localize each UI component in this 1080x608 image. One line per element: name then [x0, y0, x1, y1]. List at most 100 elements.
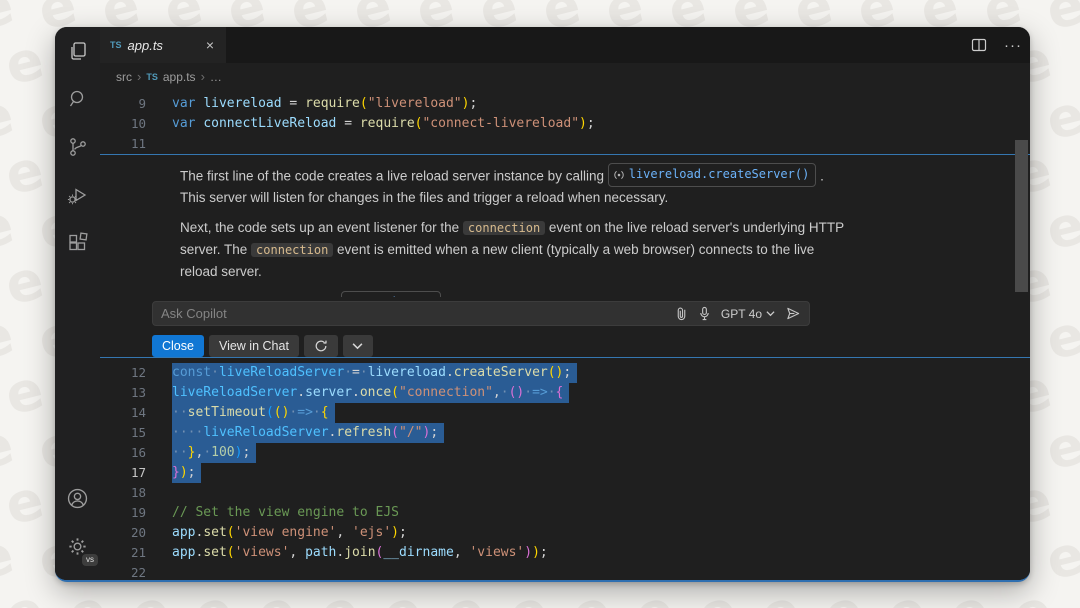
chevron-down-icon — [352, 342, 363, 350]
breadcrumb-folder[interactable]: src — [116, 70, 132, 84]
code-line[interactable]: 14 ··setTimeout(()·=>·{ — [100, 403, 1030, 423]
code-line[interactable]: 13 liveReloadServer.server.once("connecti… — [100, 383, 1030, 403]
line-number: 10 — [100, 114, 146, 134]
editor-column: TS app.ts × ··· src › TS app.ts › … // E… — [100, 27, 1030, 580]
line-number: 20 — [100, 523, 146, 543]
copilot-response: The first line of the code creates a liv… — [100, 155, 1030, 297]
line-number: 14 — [100, 403, 146, 423]
close-button[interactable]: Close — [152, 335, 204, 357]
breadcrumb-separator-icon: › — [137, 69, 141, 84]
run-and-debug-icon[interactable] — [55, 171, 100, 219]
typescript-file-icon: TS — [146, 72, 158, 82]
code-text: ····liveReloadServer.refresh("/"); — [172, 423, 444, 443]
copilot-inline-chat-panel: The first line of the code creates a liv… — [100, 154, 1030, 358]
breadcrumb-file[interactable]: app.ts — [163, 70, 196, 84]
tab-bar: TS app.ts × ··· — [100, 27, 1030, 63]
settings-gear-wrap: vs — [55, 522, 100, 570]
code-text: var livereload = require("livereload"); — [172, 94, 477, 114]
model-picker[interactable]: GPT 4o — [721, 307, 775, 321]
code-line[interactable]: 19 // Set the view engine to EJS — [100, 503, 1030, 523]
copilot-paragraph: Inside the event listener, a setTimeout … — [180, 291, 848, 297]
line-number: 21 — [100, 543, 146, 563]
background-e-glyph: e — [1040, 193, 1080, 263]
line-number: 16 — [100, 443, 146, 463]
inline-code-chip[interactable]: connection — [251, 243, 333, 257]
code-line[interactable]: 20 app.set('view engine', 'ejs'); — [100, 523, 1030, 543]
regenerate-button[interactable] — [304, 335, 338, 357]
attach-context-icon[interactable] — [675, 306, 688, 321]
copilot-paragraph: Next, the code sets up an event listener… — [180, 217, 848, 282]
line-number: 15 — [100, 423, 146, 443]
code-line[interactable]: 9 var livereload = require("livereload"); — [100, 94, 1030, 114]
code-line[interactable]: 22 — [100, 563, 1030, 580]
breadcrumb-more[interactable]: … — [210, 70, 222, 84]
code-line[interactable]: 11 — [100, 134, 1030, 154]
microphone-icon[interactable] — [698, 306, 711, 321]
breadcrumb: src › TS app.ts › … — [100, 63, 1030, 90]
code-line[interactable]: 15 ····liveReloadServer.refresh("/"); — [100, 423, 1030, 443]
code-text: ··},·100); — [172, 443, 256, 463]
search-icon[interactable] — [55, 75, 100, 123]
inline-code-chip[interactable]: connection — [463, 221, 545, 235]
extensions-icon[interactable] — [55, 219, 100, 267]
view-in-chat-button[interactable]: View in Chat — [209, 335, 299, 357]
code-text: liveReloadServer.server.once("connection… — [172, 383, 569, 403]
code-line[interactable]: 18 — [100, 483, 1030, 503]
symbol-method-icon — [613, 169, 625, 181]
code-line[interactable]: 16 ··},·100); — [100, 443, 1030, 463]
copilot-paragraph: The first line of the code creates a liv… — [180, 163, 848, 208]
typescript-file-icon: TS — [110, 40, 122, 50]
code-text: }); — [172, 463, 201, 483]
account-icon[interactable] — [55, 474, 100, 522]
copilot-prompt-input[interactable] — [161, 306, 665, 321]
line-number: 22 — [100, 563, 146, 580]
chevron-down-icon — [766, 310, 775, 317]
code-text: var connectLiveReload = require("connect… — [172, 114, 595, 134]
symbol-link-chip[interactable]: setTimeout — [341, 291, 441, 297]
code-line[interactable]: 12 const·liveReloadServer·=·livereload.cr… — [100, 363, 1030, 383]
vs-badge: vs — [82, 554, 98, 566]
activity-bar: vs — [55, 27, 100, 580]
copilot-action-buttons: Close View in Chat — [152, 335, 373, 357]
background-e-glyph: e — [0, 248, 50, 318]
code-text — [172, 134, 203, 154]
code-text: app.set('view engine', 'ejs'); — [172, 523, 407, 543]
symbol-method-icon — [346, 297, 358, 298]
code-line[interactable]: 21 app.set('views', path.join(__dirname, … — [100, 543, 1030, 563]
line-number: 13 — [100, 383, 146, 403]
code-line[interactable]: 17}); — [100, 463, 1030, 483]
copilot-input-box: GPT 4o — [152, 301, 810, 326]
send-icon[interactable] — [785, 306, 801, 321]
code-lines-bottom: 12 const·liveReloadServer·=·livereload.cr… — [100, 363, 1030, 580]
explorer-icon[interactable] — [55, 27, 100, 75]
split-editor-icon[interactable] — [962, 27, 996, 63]
code-text: // Set the view engine to EJS — [172, 503, 399, 523]
background-e-glyph: e — [0, 468, 50, 538]
line-number: 9 — [100, 94, 146, 114]
code-line[interactable]: 10 var connectLiveReload = require("conne… — [100, 114, 1030, 134]
line-number: 18 — [100, 483, 146, 503]
symbol-link-chip[interactable]: livereload.createServer() — [608, 163, 817, 187]
background-e-glyph: e — [0, 358, 50, 428]
tab-app-ts[interactable]: TS app.ts × — [100, 27, 226, 63]
refresh-icon — [314, 339, 328, 353]
background-e-glyph: e — [1040, 303, 1080, 373]
background-e-glyph: e — [1040, 413, 1080, 483]
background-e-glyph: e — [1040, 83, 1080, 153]
code-text: app.set('views', path.join(__dirname, 'v… — [172, 543, 548, 563]
more-options-button[interactable] — [343, 335, 373, 357]
line-number: 19 — [100, 503, 146, 523]
source-control-icon[interactable] — [55, 123, 100, 171]
tab-close-icon[interactable]: × — [204, 37, 216, 53]
code-text: ··setTimeout(()·=>·{ — [172, 403, 335, 423]
code-text: const·liveReloadServer·=·livereload.crea… — [172, 363, 577, 383]
more-actions-icon[interactable]: ··· — [996, 27, 1030, 63]
background-e-glyph: e — [0, 138, 50, 208]
vscode-window: vs TS app.ts × ··· src › TS app.ts › — [55, 27, 1030, 582]
line-number: 12 — [100, 363, 146, 383]
code-editor[interactable]: // Enable live reload9var livereload = r… — [100, 90, 1030, 580]
code-lines-top: // Enable live reload9var livereload = r… — [100, 90, 1030, 154]
model-label: GPT 4o — [721, 307, 762, 321]
editor-scrollbar-thumb[interactable] — [1015, 140, 1028, 292]
tab-title: app.ts — [128, 38, 198, 53]
